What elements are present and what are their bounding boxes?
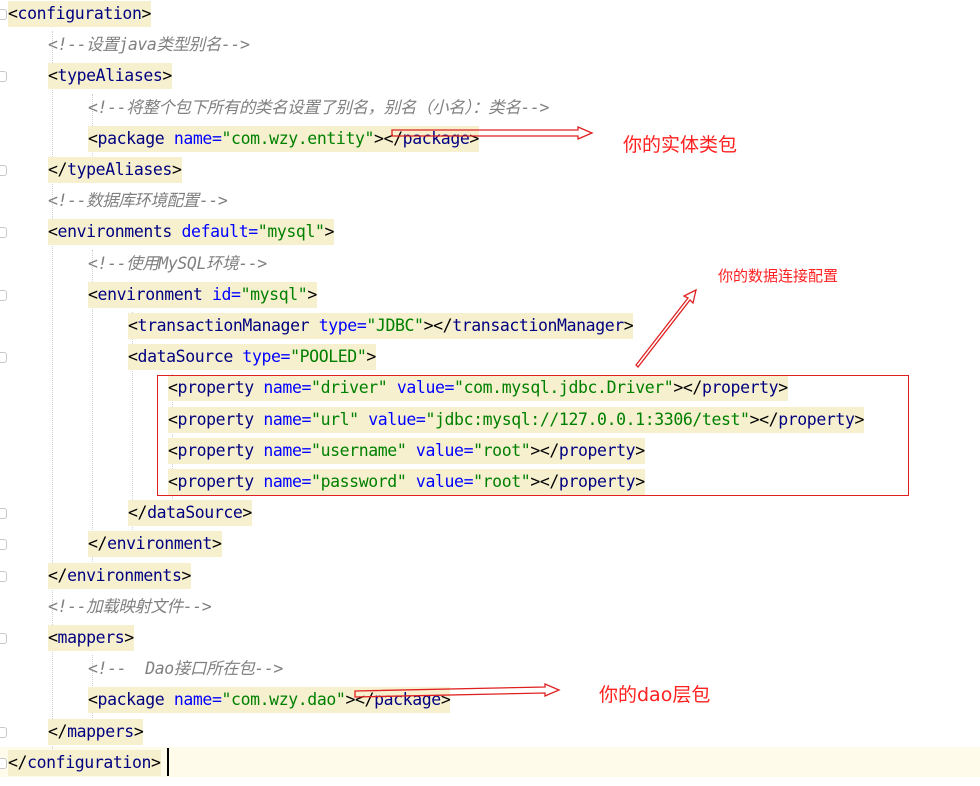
datasource-arrow-icon: [635, 288, 697, 368]
dao-package-note: 你的dao层包: [599, 684, 711, 706]
dao-arrow-icon: [354, 683, 561, 698]
entity-package-note: 你的实体类包: [623, 134, 738, 156]
annotation-arrows: [354, 126, 697, 698]
datasource-config-note: 你的数据连接配置: [718, 267, 839, 285]
entity-arrow-icon: [391, 126, 594, 140]
